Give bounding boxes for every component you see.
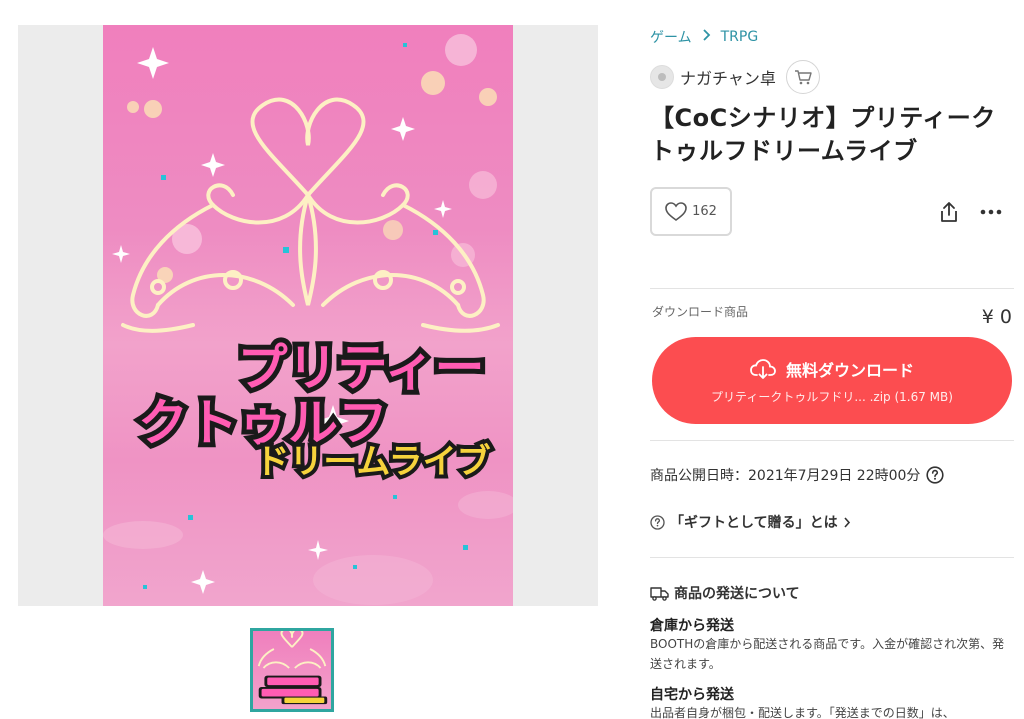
thumbnail-artwork (257, 631, 328, 705)
free-download-button[interactable]: 無料ダウンロード プリティークトゥルフドリ... .zip (1.67 MB) (652, 337, 1012, 424)
gift-help-link[interactable]: 「ギフトとして贈る」とは (650, 512, 851, 532)
cover-title-line1: プリティー (238, 339, 485, 397)
shop-info: ナガチャン卓 (650, 60, 820, 94)
cloud-download-icon (750, 358, 776, 379)
share-icon[interactable] (937, 200, 961, 224)
chevron-right-icon (702, 29, 711, 45)
thumbnail-1[interactable] (250, 628, 334, 712)
breadcrumb-subcategory[interactable]: TRPG (721, 29, 759, 45)
download-button-label: 無料ダウンロード (785, 360, 914, 380)
cart-button[interactable] (785, 60, 820, 94)
help-circle-icon (650, 514, 665, 530)
home-shipping-desc: 出品者自身が梱包・配送します。「発送までの日数」は、 (650, 706, 955, 719)
home-shipping-title: 自宅から発送 (650, 687, 734, 703)
price: ¥ 0 (981, 306, 1012, 328)
download-file-name: プリティークトゥルフドリ... .zip (1.67 MB) (711, 389, 953, 404)
cart-icon (794, 70, 812, 85)
like-button[interactable]: 162 (650, 187, 732, 236)
gift-link-text: 「ギフトとして贈る」とは (670, 515, 838, 531)
more-icon[interactable] (978, 200, 1004, 224)
product-title: 【CoCシナリオ】プリティークトゥルフドリームライブ (650, 104, 996, 165)
publish-date-text: 商品公開日時：2021年7月29日 22時00分 (650, 468, 921, 484)
like-count: 162 (692, 204, 717, 219)
shop-name[interactable]: ナガチャン卓 (680, 65, 776, 89)
heart-icon (665, 201, 687, 221)
download-type-label: ダウンロード商品 (652, 305, 749, 319)
shipping-title-text: 商品の発送について (674, 586, 800, 602)
shop-avatar[interactable] (650, 65, 674, 89)
publish-date: 商品公開日時：2021年7月29日 22時00分 (650, 465, 945, 485)
truck-icon (650, 586, 669, 601)
help-circle-icon[interactable] (926, 466, 945, 484)
warehouse-shipping-desc: BOOTHの倉庫から配送される商品です。入金が確認され次第、発送されます。 (650, 637, 1005, 671)
divider (650, 557, 1014, 558)
warehouse-shipping-title: 倉庫から発送 (650, 618, 734, 634)
cover-title-line3: ドリームライブ (255, 442, 490, 482)
chevron-right-icon (843, 516, 850, 528)
shipping-section-title: 商品の発送について (650, 583, 800, 603)
divider (650, 440, 1014, 441)
breadcrumb: ゲーム TRPG (650, 27, 758, 47)
divider (650, 288, 1014, 289)
breadcrumb-category[interactable]: ゲーム (650, 27, 692, 47)
product-cover-image[interactable]: プリティー クトゥルフ ドリームライブ (103, 25, 513, 606)
cover-artwork: プリティー クトゥルフ ドリームライブ (103, 34, 513, 605)
